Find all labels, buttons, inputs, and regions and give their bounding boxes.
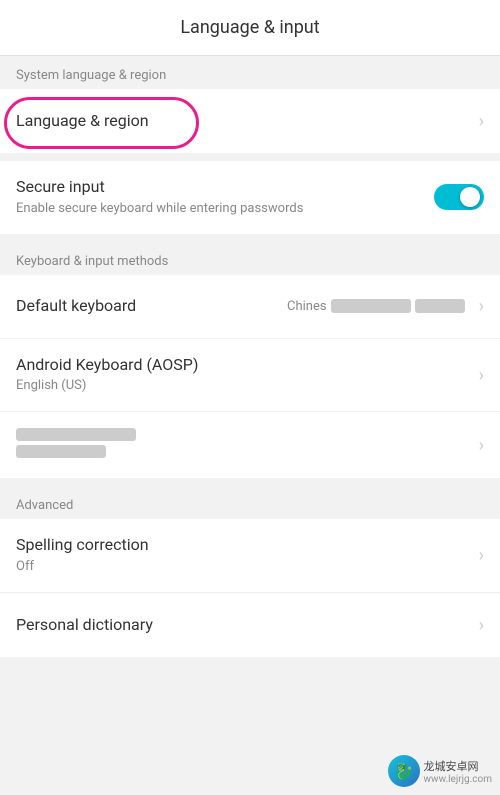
advanced-group: Spelling correction Off › Personal dicti…: [0, 519, 500, 657]
chevron-right-icon: ›: [479, 545, 484, 566]
watermark-text: 龙城安卓网 www.lejrjg.com: [424, 758, 492, 785]
personal-dictionary-content: Personal dictionary: [16, 615, 471, 636]
default-keyboard-content: Default keyboard: [16, 296, 287, 317]
chevron-right-icon: ›: [479, 365, 484, 386]
secure-input-group: Secure input Enable secure keyboard whil…: [0, 161, 500, 234]
secure-input-toggle[interactable]: [434, 184, 484, 210]
watermark-icon: 🐉: [388, 755, 420, 787]
default-keyboard-value: Chines: [287, 299, 465, 314]
chevron-right-icon: ›: [479, 615, 484, 636]
secure-input-content: Secure input Enable secure keyboard whil…: [16, 177, 434, 218]
system-language-group: Language & region ›: [0, 89, 500, 153]
watermark: 🐉 龙城安卓网 www.lejrjg.com: [388, 755, 492, 787]
secure-input-title: Secure input: [16, 177, 434, 198]
blurred-keyboard-content: [16, 428, 471, 462]
blurred-title-line: [16, 428, 136, 441]
section-header-system-language: System language & region: [0, 56, 500, 89]
toggle-thumb: [460, 187, 480, 207]
android-keyboard-subtitle: English (US): [16, 378, 471, 395]
section-header-keyboard: Keyboard & input methods: [0, 242, 500, 275]
personal-dictionary-title: Personal dictionary: [16, 615, 471, 636]
section-header-advanced: Advanced: [0, 486, 500, 519]
chevron-right-icon: ›: [479, 435, 484, 456]
android-keyboard-title: Android Keyboard (AOSP): [16, 355, 471, 376]
page-title: Language & input: [180, 17, 319, 38]
personal-dictionary-item[interactable]: Personal dictionary ›: [0, 593, 500, 657]
default-keyboard-title: Default keyboard: [16, 296, 287, 317]
blurred-value-2: [415, 299, 465, 313]
spelling-correction-subtitle: Off: [16, 559, 471, 576]
app-header: Language & input: [0, 0, 500, 56]
language-region-item[interactable]: Language & region ›: [0, 89, 500, 153]
keyboard-group: Default keyboard Chines › Android Keyboa…: [0, 275, 500, 479]
android-keyboard-item[interactable]: Android Keyboard (AOSP) English (US) ›: [0, 339, 500, 413]
android-keyboard-content: Android Keyboard (AOSP) English (US): [16, 355, 471, 396]
secure-input-subtitle: Enable secure keyboard while entering pa…: [16, 201, 434, 218]
toggle-track: [434, 184, 484, 210]
blurred-keyboard-item[interactable]: ›: [0, 412, 500, 478]
chevron-right-icon: ›: [479, 296, 484, 317]
spelling-correction-content: Spelling correction Off: [16, 535, 471, 576]
spelling-correction-item[interactable]: Spelling correction Off ›: [0, 519, 500, 593]
language-region-title: Language & region: [16, 111, 471, 132]
spelling-correction-title: Spelling correction: [16, 535, 471, 556]
language-region-content: Language & region: [16, 111, 471, 132]
blurred-subtitle-line: [16, 445, 106, 458]
secure-input-item[interactable]: Secure input Enable secure keyboard whil…: [0, 161, 500, 234]
default-keyboard-item[interactable]: Default keyboard Chines ›: [0, 275, 500, 339]
blurred-value-1: [331, 299, 411, 313]
chevron-right-icon: ›: [479, 111, 484, 132]
